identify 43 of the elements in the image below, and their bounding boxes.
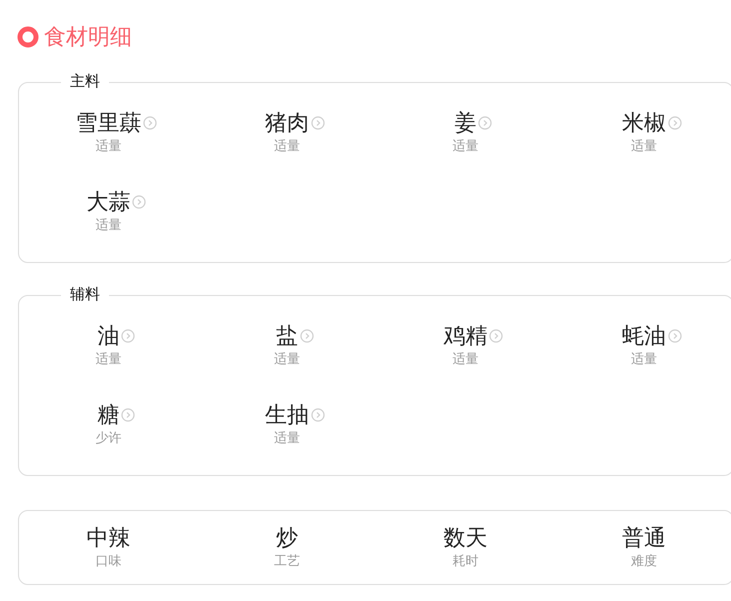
- ingredient-name[interactable]: 姜: [454, 110, 476, 136]
- ingredient-amount: 适量: [274, 429, 300, 447]
- ingredient-amount: 适量: [274, 350, 300, 368]
- section-title: 食材明细: [44, 24, 132, 50]
- ingredient-amount: 适量: [630, 137, 657, 155]
- ingredient-name[interactable]: 盐: [276, 323, 298, 349]
- stat-label: 口味: [95, 552, 122, 570]
- ingredient-amount: 适量: [452, 137, 478, 155]
- ingredient-amount: 适量: [95, 216, 122, 234]
- stat-value: 数天: [443, 525, 488, 551]
- ingredient-amount: 适量: [630, 350, 657, 368]
- stat-value: 炒: [276, 525, 298, 551]
- ingredient-name[interactable]: 生抽: [264, 402, 309, 428]
- ingredient-amount: 适量: [274, 137, 300, 155]
- chevron-circle-icon: [132, 195, 146, 209]
- chevron-circle-icon: [143, 116, 158, 130]
- chevron-circle-icon: [668, 116, 682, 130]
- ingredient-name[interactable]: 糖: [97, 402, 120, 428]
- stat-label: 难度: [630, 552, 657, 570]
- ingredient-name[interactable]: 猪肉: [264, 110, 309, 136]
- ingredient-name[interactable]: 大蒜: [86, 189, 130, 215]
- stat-label: 耗时: [452, 552, 478, 570]
- stat-label: 工艺: [274, 552, 300, 570]
- ingredient-name[interactable]: 鸡精: [443, 323, 488, 349]
- stat-value: 普通: [622, 525, 666, 551]
- chevron-circle-icon: [668, 329, 682, 343]
- ingredient-amount: 少许: [95, 429, 122, 447]
- ingredient-name[interactable]: 雪里蕻: [75, 110, 142, 136]
- ingredient-name[interactable]: 蚝油: [622, 323, 666, 349]
- ingredient-name[interactable]: 米椒: [622, 110, 666, 136]
- ingredient-amount: 适量: [95, 137, 122, 155]
- chevron-circle-icon: [478, 116, 492, 130]
- chevron-circle-icon: [121, 408, 136, 422]
- ingredient-amount: 适量: [95, 350, 122, 368]
- chevron-circle-icon: [489, 329, 504, 343]
- ingredient-amount: 适量: [452, 350, 478, 368]
- chevron-circle-icon: [310, 116, 325, 130]
- chevron-circle-icon: [121, 329, 136, 343]
- chevron-circle-icon: [310, 408, 325, 422]
- stat-value: 中辣: [86, 525, 130, 551]
- ring-icon: [17, 26, 39, 48]
- ingredient-name[interactable]: 油: [97, 323, 120, 349]
- chevron-circle-icon: [300, 329, 314, 343]
